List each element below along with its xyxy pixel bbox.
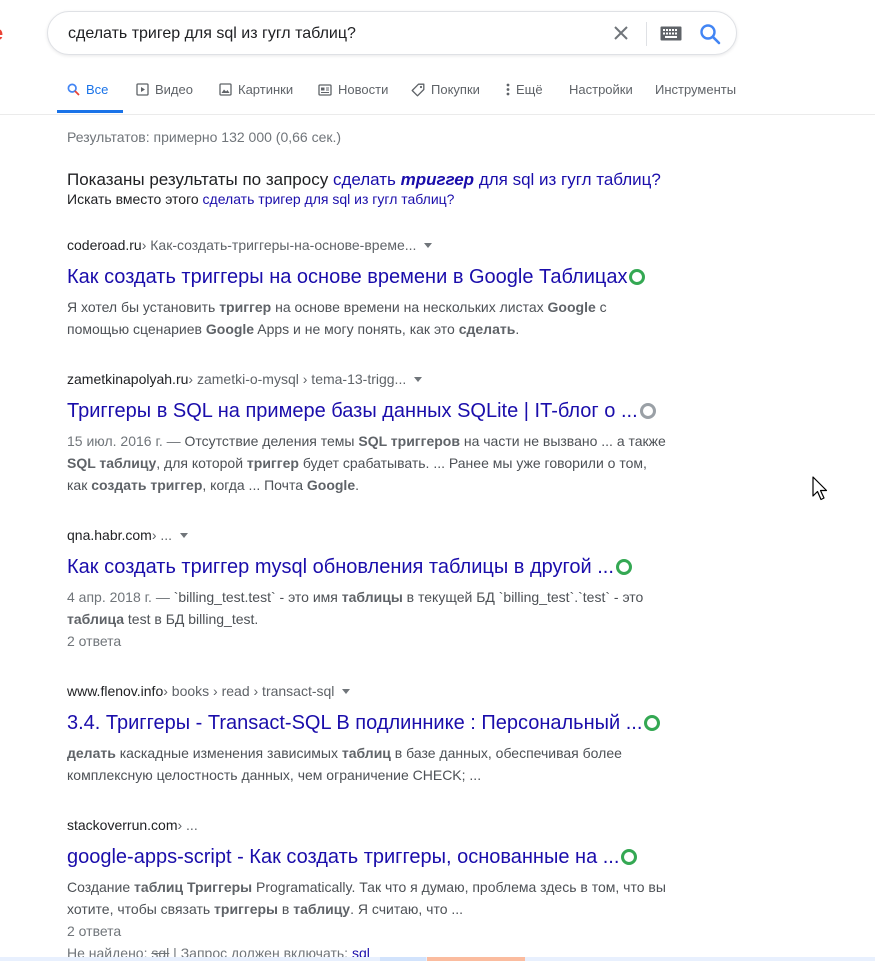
status-ring-icon — [639, 403, 656, 419]
result-snippet: делать каскадные изменения зависимых таб… — [67, 745, 622, 783]
result-snippet: 4 апр. 2018 г. — `billing_test.test` - э… — [67, 589, 644, 627]
search-result: www.flenov.info › books › read › transac… — [67, 683, 667, 786]
result-title-link[interactable]: 3.4. Триггеры - Transact-SQL В подлинник… — [67, 710, 667, 736]
status-ring-icon — [621, 849, 638, 865]
search-box[interactable]: сделать тригер для sql из гугл таблиц? — [47, 11, 737, 55]
corrected-query-link[interactable]: сделать триггер для sql из гугл таблиц? — [333, 170, 661, 189]
original-query-link[interactable]: сделать тригер для sql из гугл таблиц? — [203, 191, 455, 207]
tag-icon — [411, 83, 425, 96]
result-snippet: Я хотел бы установить триггер на основе … — [67, 299, 607, 337]
result-snippet: 15 июл. 2016 г. — Отсутствие деления тем… — [67, 433, 666, 493]
chevron-down-icon[interactable] — [180, 532, 189, 538]
status-ring-icon — [615, 559, 632, 575]
result-url[interactable]: coderoad.ru › Как-создать-триггеры-на-ос… — [67, 237, 667, 253]
result-url[interactable]: zametkinapolyah.ru › zametki-o-mysql › t… — [67, 371, 667, 387]
tab-settings[interactable]: Настройки — [569, 82, 633, 97]
clear-icon[interactable] — [611, 23, 631, 43]
search-divider — [646, 22, 647, 46]
answers-count[interactable]: 2 ответа — [67, 920, 667, 942]
search-instead-line: Искать вместо этого сделать тригер для s… — [67, 191, 455, 207]
search-result: coderoad.ru › Как-создать-триггеры-на-ос… — [67, 237, 667, 340]
chevron-down-icon[interactable] — [424, 242, 433, 248]
status-ring-icon — [629, 269, 646, 285]
search-result: zametkinapolyah.ru › zametki-o-mysql › t… — [67, 371, 667, 496]
tab-video[interactable]: Видео — [136, 82, 193, 97]
tab-tools[interactable]: Инструменты — [655, 82, 736, 97]
tab-shopping[interactable]: Покупки — [411, 82, 480, 97]
search-result: qna.habr.com › ... Как создать триггер m… — [67, 527, 667, 652]
search-result: stackoverrun.com › ... google-apps-scrip… — [67, 817, 667, 964]
mouse-cursor-icon — [812, 476, 828, 501]
spell-correction-line: Показаны результаты по запросу сделать т… — [67, 170, 661, 189]
news-icon — [318, 83, 332, 96]
result-stats: Результатов: примерно 132 000 (0,66 сек.… — [67, 129, 342, 145]
result-title-link[interactable]: google-apps-script - Как создать триггер… — [67, 844, 667, 870]
search-input[interactable]: сделать тригер для sql из гугл таблиц? — [68, 25, 356, 43]
tab-all[interactable]: Все — [67, 82, 108, 97]
image-icon — [219, 83, 232, 96]
result-url[interactable]: qna.habr.com › ... — [67, 527, 667, 543]
result-title-link[interactable]: Как создать триггер mysql обновления таб… — [67, 554, 667, 580]
status-ring-icon — [644, 715, 661, 731]
video-icon — [136, 83, 149, 96]
tab-news[interactable]: Новости — [318, 82, 388, 97]
chevron-down-icon[interactable] — [342, 688, 351, 694]
bottom-edge-strip — [0, 957, 875, 961]
google-logo-fragment[interactable]: e — [0, 26, 6, 42]
active-tab-indicator — [57, 110, 123, 113]
tab-images[interactable]: Картинки — [219, 82, 293, 97]
result-url[interactable]: www.flenov.info › books › read › transac… — [67, 683, 667, 699]
search-icon — [67, 83, 80, 96]
result-title-link[interactable]: Триггеры в SQL на примере базы данных SQ… — [67, 398, 667, 424]
result-snippet: Создание таблиц Триггеры Programatically… — [67, 879, 666, 917]
search-icon[interactable] — [699, 23, 721, 45]
result-url[interactable]: stackoverrun.com › ... — [67, 817, 667, 833]
result-title-link[interactable]: Как создать триггеры на основе времени в… — [67, 264, 667, 290]
search-tabs: Все Видео Картинки Новости Покупки Ещё Н… — [0, 70, 875, 115]
chevron-down-icon[interactable] — [414, 376, 423, 382]
answers-count[interactable]: 2 ответа — [67, 630, 667, 652]
keyboard-icon[interactable] — [660, 26, 682, 41]
more-vert-icon — [506, 83, 510, 96]
tab-more[interactable]: Ещё — [506, 82, 543, 97]
